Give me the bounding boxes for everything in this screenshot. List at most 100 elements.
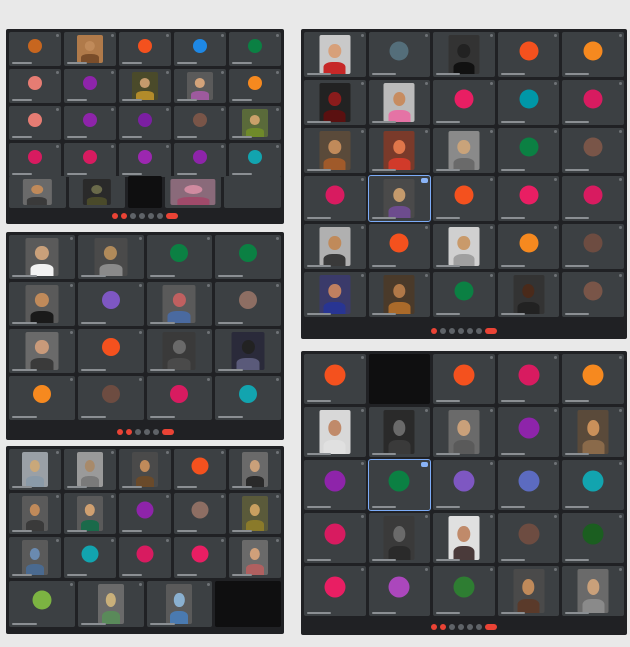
- participant-tile[interactable]: [562, 407, 624, 457]
- participant-tile[interactable]: [64, 537, 116, 578]
- participant-tile[interactable]: [497, 272, 560, 317]
- more-options-icon[interactable]: [157, 213, 163, 219]
- participant-tile[interactable]: [9, 235, 75, 279]
- participant-tile[interactable]: [368, 128, 431, 173]
- end-call-button[interactable]: [485, 624, 497, 630]
- participant-tile[interactable]: [128, 176, 162, 208]
- raise-hand-icon[interactable]: [458, 624, 464, 630]
- participant-tile[interactable]: [174, 69, 226, 103]
- participant-tile[interactable]: [146, 581, 213, 627]
- participant-tile[interactable]: [368, 407, 431, 457]
- participant-tile[interactable]: [77, 235, 144, 279]
- participant-tile[interactable]: [497, 566, 560, 616]
- participant-tile[interactable]: [562, 354, 624, 404]
- participant-tile[interactable]: [497, 176, 560, 221]
- participant-tile[interactable]: [433, 407, 495, 457]
- participant-tile[interactable]: [9, 282, 75, 326]
- mic-icon[interactable]: [116, 429, 123, 435]
- participant-tile[interactable]: [174, 32, 226, 66]
- participant-tile[interactable]: [304, 176, 366, 221]
- participant-tile[interactable]: [562, 460, 624, 510]
- end-call-button[interactable]: [166, 213, 178, 219]
- participant-tile[interactable]: [562, 80, 624, 125]
- participant-tile[interactable]: [9, 143, 61, 177]
- participant-tile[interactable]: [174, 537, 226, 578]
- participant-tile[interactable]: [119, 143, 171, 177]
- more-options-icon[interactable]: [476, 328, 482, 334]
- participant-tile[interactable]: [368, 513, 431, 563]
- participant-tile[interactable]: [433, 176, 495, 221]
- participant-tile[interactable]: [229, 143, 281, 177]
- participant-tile[interactable]: [119, 537, 171, 578]
- participant-tile[interactable]: [433, 566, 495, 616]
- participant-tile[interactable]: [215, 235, 281, 279]
- participant-tile[interactable]: [368, 224, 431, 269]
- participant-tile[interactable]: [497, 407, 560, 457]
- participant-tile[interactable]: [146, 329, 213, 373]
- participant-tile[interactable]: [215, 581, 281, 627]
- captions-icon[interactable]: [134, 429, 141, 435]
- participant-tile[interactable]: [215, 282, 281, 326]
- participant-tile[interactable]: [304, 32, 366, 77]
- participant-tile[interactable]: [562, 566, 624, 616]
- participant-tile[interactable]: [146, 376, 213, 420]
- participant-tile[interactable]: [304, 566, 366, 616]
- participant-tile[interactable]: [367, 175, 432, 222]
- participant-tile[interactable]: [304, 407, 366, 457]
- participant-tile[interactable]: [215, 376, 281, 420]
- participant-tile[interactable]: [562, 513, 624, 563]
- participant-tile[interactable]: [304, 460, 366, 510]
- participant-tile[interactable]: [497, 354, 560, 404]
- participant-tile[interactable]: [304, 224, 366, 269]
- participant-tile[interactable]: [146, 282, 213, 326]
- participant-tile[interactable]: [497, 224, 560, 269]
- participant-tile[interactable]: [77, 329, 144, 373]
- participant-tile[interactable]: [9, 176, 66, 208]
- participant-tile[interactable]: [562, 176, 624, 221]
- participant-tile[interactable]: [174, 449, 226, 490]
- participant-tile[interactable]: [68, 176, 126, 208]
- participant-tile[interactable]: [368, 272, 431, 317]
- participant-tile[interactable]: [229, 493, 281, 534]
- participant-tile[interactable]: [9, 69, 61, 103]
- captions-icon[interactable]: [130, 213, 136, 219]
- participant-tile[interactable]: [229, 537, 281, 578]
- participant-tile[interactable]: [9, 537, 61, 578]
- participant-tile[interactable]: [368, 32, 431, 77]
- participant-tile[interactable]: [224, 176, 281, 208]
- camera-icon[interactable]: [440, 328, 446, 334]
- participant-tile[interactable]: [304, 513, 366, 563]
- participant-tile[interactable]: [497, 32, 560, 77]
- raise-hand-icon[interactable]: [139, 213, 145, 219]
- present-icon[interactable]: [467, 328, 473, 334]
- participant-tile[interactable]: [562, 272, 624, 317]
- participant-tile[interactable]: [368, 566, 431, 616]
- participant-tile[interactable]: [433, 128, 495, 173]
- participant-tile[interactable]: [119, 106, 171, 140]
- participant-tile[interactable]: [433, 80, 495, 125]
- raise-hand-icon[interactable]: [143, 429, 150, 435]
- camera-icon[interactable]: [121, 213, 127, 219]
- participant-tile[interactable]: [433, 272, 495, 317]
- participant-tile[interactable]: [77, 581, 144, 627]
- participant-tile[interactable]: [433, 513, 495, 563]
- participant-tile[interactable]: [229, 449, 281, 490]
- participant-tile[interactable]: [229, 106, 281, 140]
- participant-tile[interactable]: [174, 143, 226, 177]
- camera-icon[interactable]: [440, 624, 446, 630]
- participant-tile[interactable]: [119, 69, 171, 103]
- end-call-button[interactable]: [161, 429, 174, 435]
- participant-tile[interactable]: [497, 460, 560, 510]
- participant-tile[interactable]: [304, 128, 366, 173]
- captions-icon[interactable]: [449, 624, 455, 630]
- participant-tile[interactable]: [119, 32, 171, 66]
- participant-tile[interactable]: [433, 460, 495, 510]
- participant-tile[interactable]: [562, 224, 624, 269]
- mic-icon[interactable]: [112, 213, 118, 219]
- mic-icon[interactable]: [431, 328, 437, 334]
- participant-tile[interactable]: [64, 493, 116, 534]
- camera-icon[interactable]: [125, 429, 132, 435]
- participant-tile[interactable]: [119, 493, 171, 534]
- participant-tile[interactable]: [64, 143, 116, 177]
- participant-tile[interactable]: [368, 80, 431, 125]
